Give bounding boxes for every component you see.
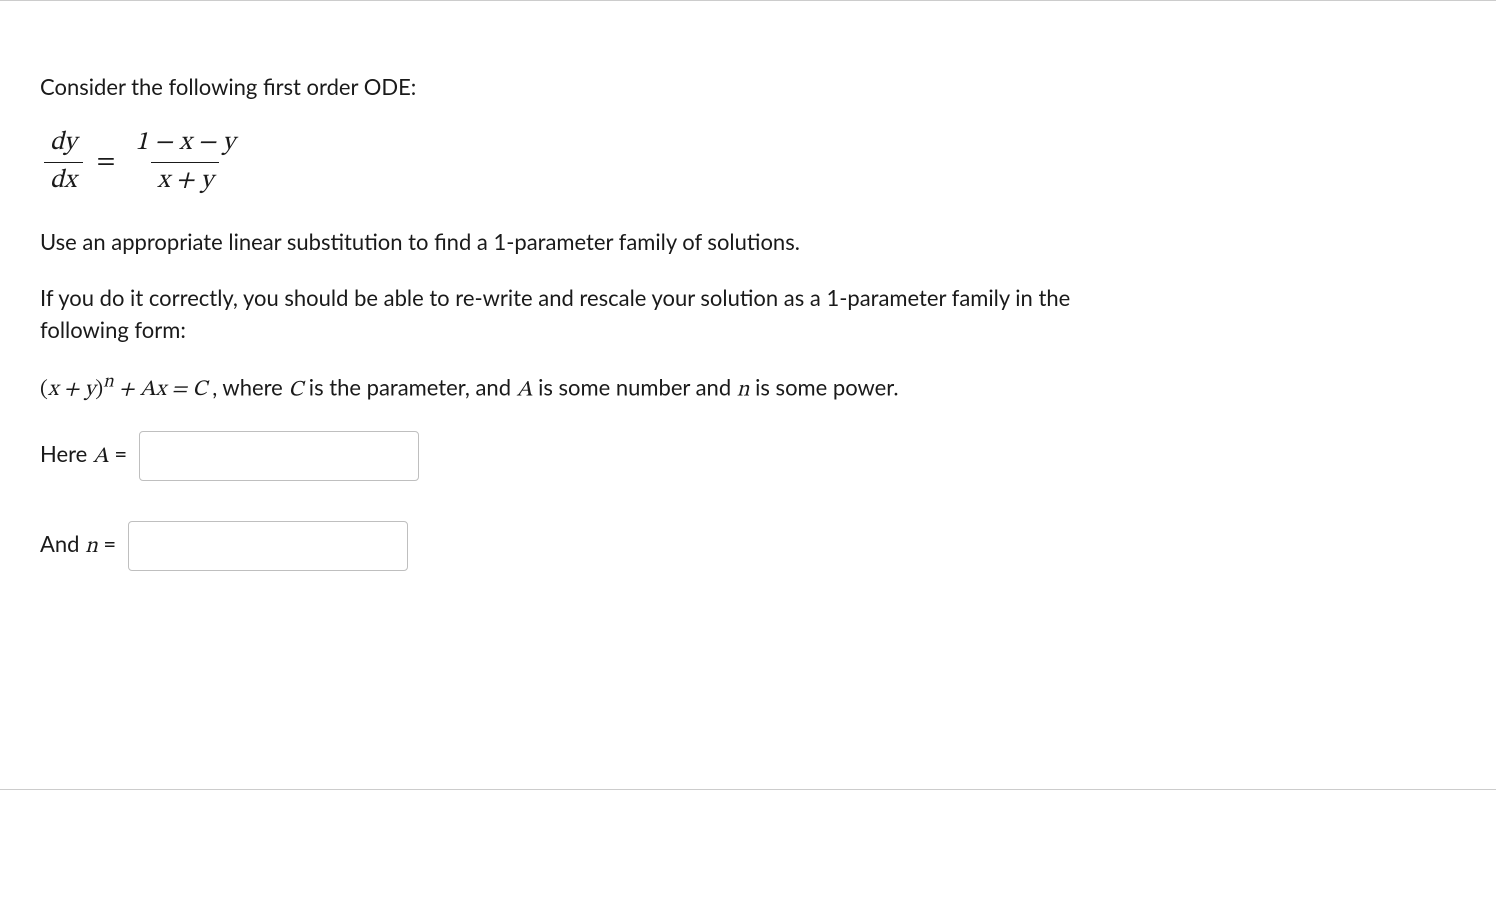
sol-var-A: A xyxy=(517,379,533,401)
answer-n-pre: And xyxy=(40,530,85,557)
question-panel: Consider the following first order ODE: … xyxy=(0,0,1496,790)
instruction-1: Use an appropriate linear substitution t… xyxy=(40,226,1160,258)
answer-A-var: A xyxy=(93,446,109,468)
intro-text: Consider the following first order ODE: xyxy=(40,71,1160,103)
answer-A-input[interactable] xyxy=(139,431,419,481)
solution-form: (x + y)n + Ax = C , where C is the param… xyxy=(40,370,1160,407)
sol-var-n: n xyxy=(737,379,750,401)
question-content: Consider the following first order ODE: … xyxy=(40,71,1160,571)
ode-lhs-denominator: dx xyxy=(44,162,82,198)
sol-desc-end: is some power. xyxy=(749,373,898,400)
answer-A-label: Here A = xyxy=(40,440,127,471)
answer-n-post: = xyxy=(98,530,116,557)
sol-power-n: n xyxy=(103,374,114,392)
ode-lhs-fraction: dy dx xyxy=(44,127,83,198)
sol-expr-mid: + Ax = C xyxy=(114,379,207,401)
instruction-2: If you do it correctly, you should be ab… xyxy=(40,282,1160,346)
ode-rhs-denominator: x + y xyxy=(151,162,219,198)
answer-row-n: And n = xyxy=(40,521,1160,571)
ode-rhs-numerator: 1 − x − y xyxy=(129,127,241,162)
answer-n-label: And n = xyxy=(40,530,116,561)
answer-A-pre: Here xyxy=(40,440,93,467)
answer-n-input[interactable] xyxy=(128,521,408,571)
answer-n-var: n xyxy=(85,536,98,558)
answer-row-A: Here A = xyxy=(40,431,1160,481)
sol-var-C: C xyxy=(288,379,303,401)
equals-sign: = xyxy=(97,146,116,179)
ode-lhs-numerator: dy xyxy=(44,127,83,162)
sol-desc-after-A: is some number and xyxy=(532,373,736,400)
ode-equation: dy dx = 1 − x − y x + y xyxy=(40,127,1160,198)
sol-desc-before-C: , where xyxy=(212,373,288,400)
ode-rhs-fraction: 1 − x − y x + y xyxy=(129,127,241,198)
sol-expr-prefix: (x + y)n + Ax = C xyxy=(40,379,212,401)
answer-A-post: = xyxy=(109,440,127,467)
sol-desc-after-C: is the parameter, and xyxy=(303,373,517,400)
